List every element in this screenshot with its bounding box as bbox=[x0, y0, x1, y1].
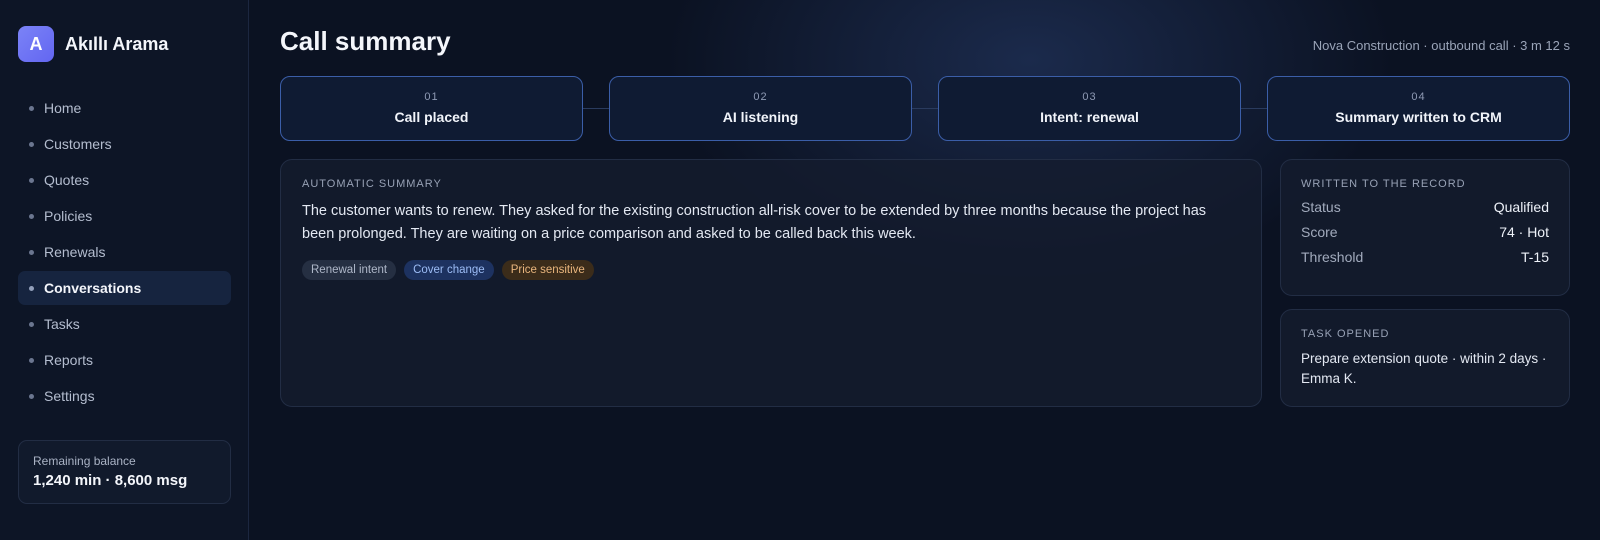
app-name: Akıllı Arama bbox=[65, 33, 169, 54]
step-ai-listening: 02 AI listening bbox=[609, 76, 912, 141]
tag-price-sensitive: Price sensitive bbox=[501, 260, 594, 280]
record-row-threshold: Threshold T-15 bbox=[1301, 249, 1549, 265]
sidebar-item-policies[interactable]: Policies bbox=[18, 199, 231, 233]
bullet-icon bbox=[29, 177, 34, 183]
record-row-status: Status Qualified bbox=[1301, 199, 1549, 215]
record-key: Score bbox=[1301, 224, 1338, 240]
task-card: TASK OPENED Prepare extension quote · wi… bbox=[1280, 309, 1570, 407]
sidebar-item-label: Tasks bbox=[44, 316, 80, 332]
record-key: Status bbox=[1301, 199, 1341, 215]
page-title: Call summary bbox=[280, 26, 451, 56]
step-label: Summary written to CRM bbox=[1335, 109, 1502, 125]
record-card: WRITTEN TO THE RECORD Status Qualified S… bbox=[1280, 159, 1570, 296]
call-pipeline: 01 Call placed 02 AI listening 03 Intent… bbox=[280, 76, 1570, 141]
step-summary-written: 04 Summary written to CRM bbox=[1267, 76, 1570, 141]
sidebar-item-quotes[interactable]: Quotes bbox=[18, 163, 231, 197]
brand: A Akıllı Arama bbox=[18, 26, 168, 62]
sidebar-item-label: Settings bbox=[44, 388, 95, 404]
step-label: AI listening bbox=[722, 109, 799, 125]
sidebar-item-reports[interactable]: Reports bbox=[18, 343, 231, 377]
tag-renewal-intent: Renewal intent bbox=[302, 260, 397, 280]
sidebar-item-label: Conversations bbox=[44, 280, 142, 296]
balance-card: Remaining balance 1,240 min · 8,600 msg bbox=[18, 440, 231, 504]
sidebar-item-label: Renewals bbox=[44, 244, 106, 260]
main-content: Call summary Nova Construction · outboun… bbox=[250, 0, 1600, 540]
sidebar-item-conversations[interactable]: Conversations bbox=[18, 271, 231, 305]
task-text: Prepare extension quote · within 2 days … bbox=[1301, 351, 1547, 386]
sidebar-item-renewals[interactable]: Renewals bbox=[18, 235, 231, 269]
card-title: TASK OPENED bbox=[1301, 328, 1390, 340]
step-number: 01 bbox=[424, 91, 439, 103]
sidebar-item-label: Quotes bbox=[44, 172, 90, 188]
sidebar-item-tasks[interactable]: Tasks bbox=[18, 307, 231, 341]
step-intent: 03 Intent: renewal bbox=[938, 76, 1241, 141]
bullet-icon bbox=[29, 357, 34, 363]
step-number: 02 bbox=[753, 91, 768, 103]
tag-list: Renewal intent Cover change Price sensit… bbox=[302, 260, 1240, 280]
record-row-score: Score 74 · Hot bbox=[1301, 224, 1549, 240]
record-value: T-15 bbox=[1520, 249, 1549, 265]
bullet-icon bbox=[29, 249, 34, 255]
step-number: 03 bbox=[1082, 91, 1097, 103]
step-call-placed: 01 Call placed bbox=[280, 76, 583, 141]
automatic-summary-card: AUTOMATIC SUMMARY The customer wants to … bbox=[280, 159, 1262, 407]
sidebar: A Akıllı Arama Home Customers Quotes Pol… bbox=[0, 0, 249, 540]
record-value: 74 · Hot bbox=[1499, 224, 1549, 240]
balance-value: 1,240 min · 8,600 msg bbox=[33, 472, 188, 489]
step-number: 04 bbox=[1411, 91, 1426, 103]
bullet-icon bbox=[29, 285, 34, 291]
call-meta: Nova Construction · outbound call · 3 m … bbox=[1312, 38, 1570, 53]
app-logo: A bbox=[18, 26, 54, 62]
card-title: WRITTEN TO THE RECORD bbox=[1301, 178, 1466, 190]
sidebar-item-settings[interactable]: Settings bbox=[18, 379, 231, 413]
bullet-icon bbox=[29, 213, 34, 219]
balance-label: Remaining balance bbox=[33, 454, 136, 468]
sidebar-item-customers[interactable]: Customers bbox=[18, 127, 231, 161]
sidebar-item-home[interactable]: Home bbox=[18, 91, 231, 125]
sidebar-item-label: Policies bbox=[44, 208, 93, 224]
sidebar-nav: Home Customers Quotes Policies Renewals … bbox=[18, 91, 231, 415]
bullet-icon bbox=[29, 105, 34, 111]
summary-text: The customer wants to renew. They asked … bbox=[302, 203, 1207, 242]
sidebar-item-label: Customers bbox=[44, 136, 112, 152]
card-title: AUTOMATIC SUMMARY bbox=[302, 178, 442, 190]
bullet-icon bbox=[29, 141, 34, 147]
step-label: Call placed bbox=[394, 109, 469, 125]
sidebar-item-label: Reports bbox=[44, 352, 94, 368]
tag-cover-change: Cover change bbox=[404, 260, 494, 280]
record-key: Threshold bbox=[1301, 249, 1364, 265]
record-value: Qualified bbox=[1493, 199, 1549, 215]
sidebar-item-label: Home bbox=[44, 100, 82, 116]
bullet-icon bbox=[29, 321, 34, 327]
step-label: Intent: renewal bbox=[1040, 109, 1139, 125]
bullet-icon bbox=[29, 393, 34, 399]
